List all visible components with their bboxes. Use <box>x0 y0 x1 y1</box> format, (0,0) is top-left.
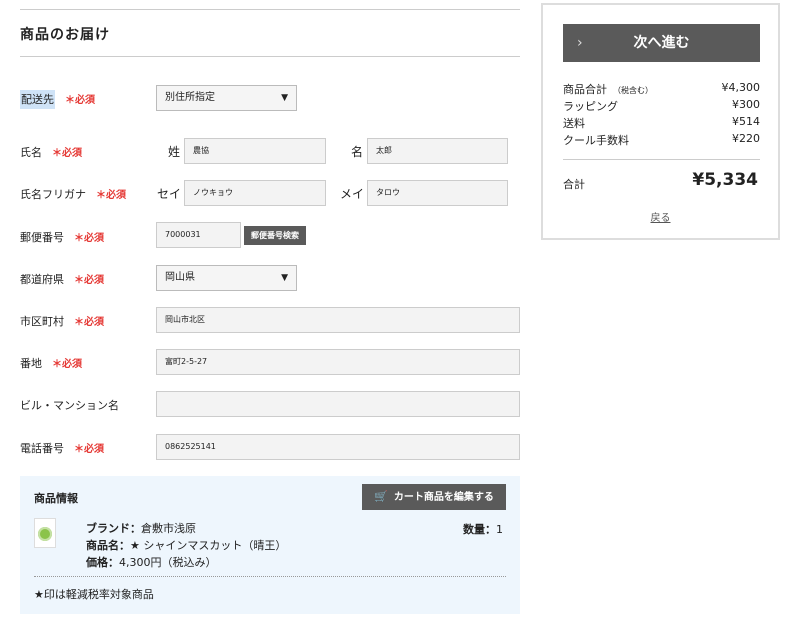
address-input[interactable]: 富町2-5-27 <box>156 349 520 375</box>
required-mark: ＊必須 <box>52 359 82 370</box>
delivery-label: 配送先 ＊必須 <box>20 90 95 109</box>
city-label: 市区町村 ＊必須 <box>20 315 104 328</box>
kana-sei-label: セイ <box>157 187 182 201</box>
summary-row-subtotal: 商品合計 （税含む） ¥4,300 <box>563 81 760 96</box>
top-divider <box>20 9 520 10</box>
product-info-title: 商品情報 <box>34 492 78 505</box>
prefecture-select[interactable]: 岡山県 ▼ <box>156 265 297 291</box>
city-input[interactable]: 岡山市北区 <box>156 307 520 333</box>
product-quantity: 数量：1 <box>463 523 503 536</box>
prefecture-label: 都道府県 ＊必須 <box>20 273 104 286</box>
kana-mei-label: メイ <box>340 187 365 201</box>
product-brand: ブランド：倉敷市浅原 <box>86 522 196 535</box>
required-mark: ＊必須 <box>74 275 104 286</box>
zip-search-button[interactable]: 郵便番号検索 <box>244 226 306 245</box>
chevron-right-icon: › <box>577 35 583 51</box>
phone-label: 電話番号 ＊必須 <box>20 442 104 455</box>
cart-icon: 🛒 <box>374 490 388 503</box>
building-label: ビル・マンション名 <box>20 399 119 412</box>
summary-row-cool-fee: クール手数料 ¥220 <box>563 132 760 147</box>
kana-label: 氏名フリガナ ＊必須 <box>20 188 126 201</box>
total-value: ¥5,334 <box>692 170 758 190</box>
section-title: 商品のお届け <box>20 27 110 43</box>
address-label: 番地 ＊必須 <box>20 357 82 370</box>
mei-input[interactable]: 太郎 <box>367 138 508 164</box>
sei-input[interactable]: 農協 <box>184 138 326 164</box>
product-thumbnail <box>34 518 56 548</box>
sei-label: 姓 <box>168 145 181 159</box>
required-mark: ＊必須 <box>74 444 104 455</box>
product-divider <box>34 576 506 577</box>
product-name: 商品名：★ シャインマスカット（晴王） <box>86 539 287 552</box>
summary-row-wrapping: ラッピング ¥300 <box>563 98 760 113</box>
kana-mei-input[interactable]: タロウ <box>367 180 508 206</box>
zip-label: 郵便番号 ＊必須 <box>20 231 104 244</box>
next-button[interactable]: › 次へ進む <box>563 24 760 62</box>
required-mark: ＊必須 <box>65 95 95 106</box>
total-label: 合計 <box>563 178 585 191</box>
kana-sei-input[interactable]: ノウキョウ <box>184 180 326 206</box>
grape-icon <box>38 527 52 541</box>
building-input[interactable] <box>156 391 520 417</box>
required-mark: ＊必須 <box>52 148 82 159</box>
caret-down-icon: ▼ <box>281 93 288 103</box>
mei-label: 名 <box>351 145 364 159</box>
phone-input[interactable]: 0862525141 <box>156 434 520 460</box>
back-link[interactable]: 戻る <box>543 209 778 224</box>
order-summary: › 次へ進む 商品合計 （税含む） ¥4,300 ラッピング ¥300 送料 ¥51… <box>541 3 780 240</box>
name-label: 氏名 ＊必須 <box>20 146 82 159</box>
title-divider <box>20 56 520 57</box>
product-info-box: 商品情報 🛒 カート商品を編集する ブランド：倉敷市浅原 商品名：★ シャインマス… <box>20 476 520 614</box>
summary-divider <box>563 159 760 160</box>
delivery-select[interactable]: 別住所指定 ▼ <box>156 85 297 111</box>
edit-cart-button[interactable]: 🛒 カート商品を編集する <box>362 484 506 510</box>
required-mark: ＊必須 <box>96 190 126 201</box>
product-price: 価格：4,300円（税込み） <box>86 556 217 569</box>
caret-down-icon: ▼ <box>281 273 288 283</box>
zip-input[interactable]: 7000031 <box>156 222 241 248</box>
tax-note: ★印は軽減税率対象商品 <box>34 588 154 601</box>
summary-row-shipping: 送料 ¥514 <box>563 115 760 130</box>
required-mark: ＊必須 <box>74 317 104 328</box>
required-mark: ＊必須 <box>74 233 104 244</box>
